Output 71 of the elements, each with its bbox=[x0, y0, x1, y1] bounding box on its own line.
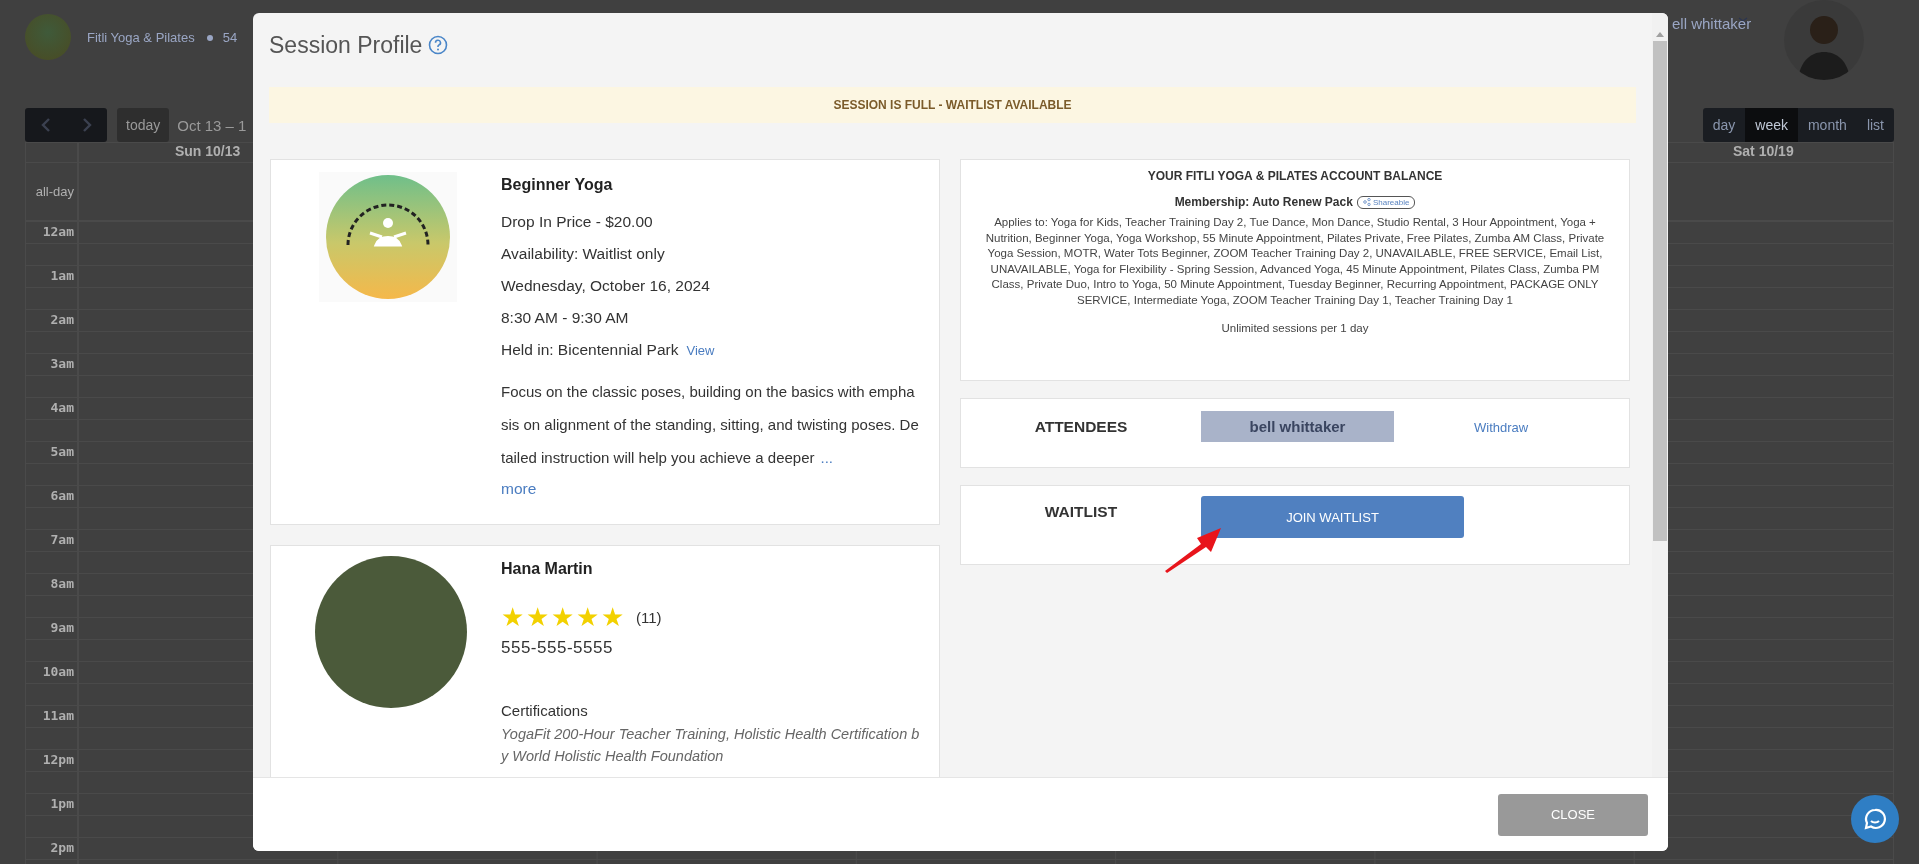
next-icon[interactable] bbox=[81, 118, 92, 132]
view-link[interactable]: View bbox=[686, 343, 715, 358]
view-tab[interactable]: month bbox=[1797, 108, 1857, 142]
hour-label: 5am bbox=[50, 444, 74, 459]
hour-label: 2am bbox=[50, 312, 74, 327]
attendees-label: ATTENDEES bbox=[1034, 418, 1128, 436]
hour-label: 6am bbox=[50, 488, 74, 503]
help-icon[interactable] bbox=[428, 35, 449, 55]
logo-icon[interactable] bbox=[25, 14, 71, 60]
navigation-buttons[interactable] bbox=[25, 108, 107, 142]
hour-label: 12pm bbox=[42, 752, 74, 767]
address-text: 54 bbox=[222, 30, 238, 45]
today-button[interactable]: today bbox=[117, 108, 170, 142]
applies-to-text: Applies to: Yoga for Kids, Teacher Training Day 2, Tue Dance, Mon Dance, Studio Rental, 3 Hour Appointment, Yoga + Nutrition, Beginner Yoga, Yoga Workshop, 55 Minute Appointment, Pilates Private, Free Pilates, Zumba AM Class, Private Yoga Session, MOTR, Water Tots Beginner, ZOOM Teacher Training Day 2, UNAVAILABLE, FREE SERVICE, Email List, UNAVAILABLE, Yoga for Flexibility - Spring Session, Advanced Yoga, 45 Minute Appointment, Pilates Class, Zumba PM Class, Private Duo, Intro to Yoga, 50 Minute Appointment, Tuesday Beginner, Recurring Appointment, PACKAGE ONLY SERVICE, Intermediate Yoga, ZOOM Teacher Training Day 1, Teacher Training Day 1 bbox=[984, 215, 1606, 308]
location-text: Held in: Bicentennial Park bbox=[501, 341, 679, 358]
close-button[interactable]: CLOSE bbox=[1498, 793, 1648, 836]
day-heading: Sun 10/13 bbox=[174, 143, 241, 159]
chat-icon[interactable] bbox=[1851, 795, 1899, 843]
hour-label: 4am bbox=[50, 400, 74, 415]
hour-label: 9am bbox=[50, 620, 74, 635]
ellipsis-link[interactable]: ... bbox=[820, 449, 834, 466]
session-limit-text: Unlimited sessions per 1 day bbox=[1220, 322, 1370, 334]
star-icon: ★ bbox=[526, 604, 549, 630]
price-text: Drop In Price - $20.00 bbox=[501, 212, 654, 232]
date-text: Wednesday, October 16, 2024 bbox=[501, 276, 711, 296]
time-text: 8:30 AM - 9:30 AM bbox=[501, 308, 630, 328]
certifications-text: YogaFit 200-Hour Teacher Training, Holistic Health Certification by World Holistic Health Foundation bbox=[501, 725, 921, 766]
share-icon bbox=[1362, 198, 1371, 206]
view-tab[interactable]: list bbox=[1856, 108, 1894, 142]
all-day-label: all-day bbox=[35, 184, 74, 199]
view-switcher[interactable]: day week month list bbox=[1702, 108, 1894, 142]
waitlist-label: WAITLIST bbox=[1044, 503, 1118, 522]
availability-text: Availability: Waitlist only bbox=[501, 244, 666, 264]
hour-label: 11am bbox=[42, 708, 74, 723]
membership-name: Membership: Auto Renew Pack bbox=[1174, 195, 1353, 209]
withdraw-link[interactable]: Withdraw bbox=[1474, 420, 1529, 435]
view-tab[interactable]: week bbox=[1745, 108, 1798, 142]
description-text: Focus on the classic poses, building on the basics with emphasis on alignment of the standing, sitting, and twisting poses. Detailed instruction will help you achieve a deeper ... bbox=[501, 382, 920, 468]
star-icon: ★ bbox=[576, 604, 599, 630]
status-banner: SESSION IS FULL - WAITLIST AVAILABLE bbox=[269, 87, 1636, 123]
dot-icon bbox=[206, 35, 213, 41]
join-waitlist-button[interactable]: JOIN WAITLIST bbox=[1201, 496, 1464, 538]
hour-label: 1pm bbox=[50, 796, 74, 811]
user-name[interactable]: ell whittaker bbox=[1672, 15, 1752, 32]
session-name: Beginner Yoga bbox=[501, 176, 614, 195]
view-tab[interactable]: day bbox=[1702, 108, 1746, 142]
scrollbar-thumb[interactable] bbox=[1653, 41, 1667, 541]
hour-label: 3am bbox=[50, 356, 74, 371]
day-heading: Sat 10/19 bbox=[1733, 143, 1794, 159]
scroll-up-icon[interactable] bbox=[1656, 31, 1664, 37]
star-icon: ★ bbox=[501, 604, 524, 630]
more-link[interactable]: more bbox=[501, 474, 537, 504]
attendee-name: bell whittaker bbox=[1201, 411, 1394, 442]
star-icon: ★ bbox=[601, 604, 624, 630]
instructor-name: Hana Martin bbox=[501, 560, 594, 579]
hour-label: 10am bbox=[42, 664, 74, 679]
rating-count: (11) bbox=[636, 608, 662, 626]
date-range: Oct 13 – 1 bbox=[177, 116, 247, 134]
balance-title: YOUR FITLI YOGA & PILATES ACCOUNT BALANCE bbox=[1146, 169, 1444, 183]
modal-title: Session Profile bbox=[269, 31, 423, 59]
star-icon: ★ bbox=[551, 604, 574, 630]
hour-label: 1am bbox=[50, 268, 74, 283]
business-name[interactable]: Fitli Yoga & Pilates bbox=[87, 30, 195, 45]
hour-label: 8am bbox=[50, 576, 74, 591]
phone-number: 555-555-5555 bbox=[501, 638, 614, 658]
shareable-badge: Shareable bbox=[1356, 195, 1416, 209]
hour-label: 7am bbox=[50, 532, 74, 547]
certifications-label: Certifications bbox=[501, 702, 589, 719]
hour-label: 12am bbox=[42, 224, 74, 239]
previous-icon[interactable] bbox=[40, 118, 51, 132]
hour-label: 2pm bbox=[50, 840, 74, 855]
